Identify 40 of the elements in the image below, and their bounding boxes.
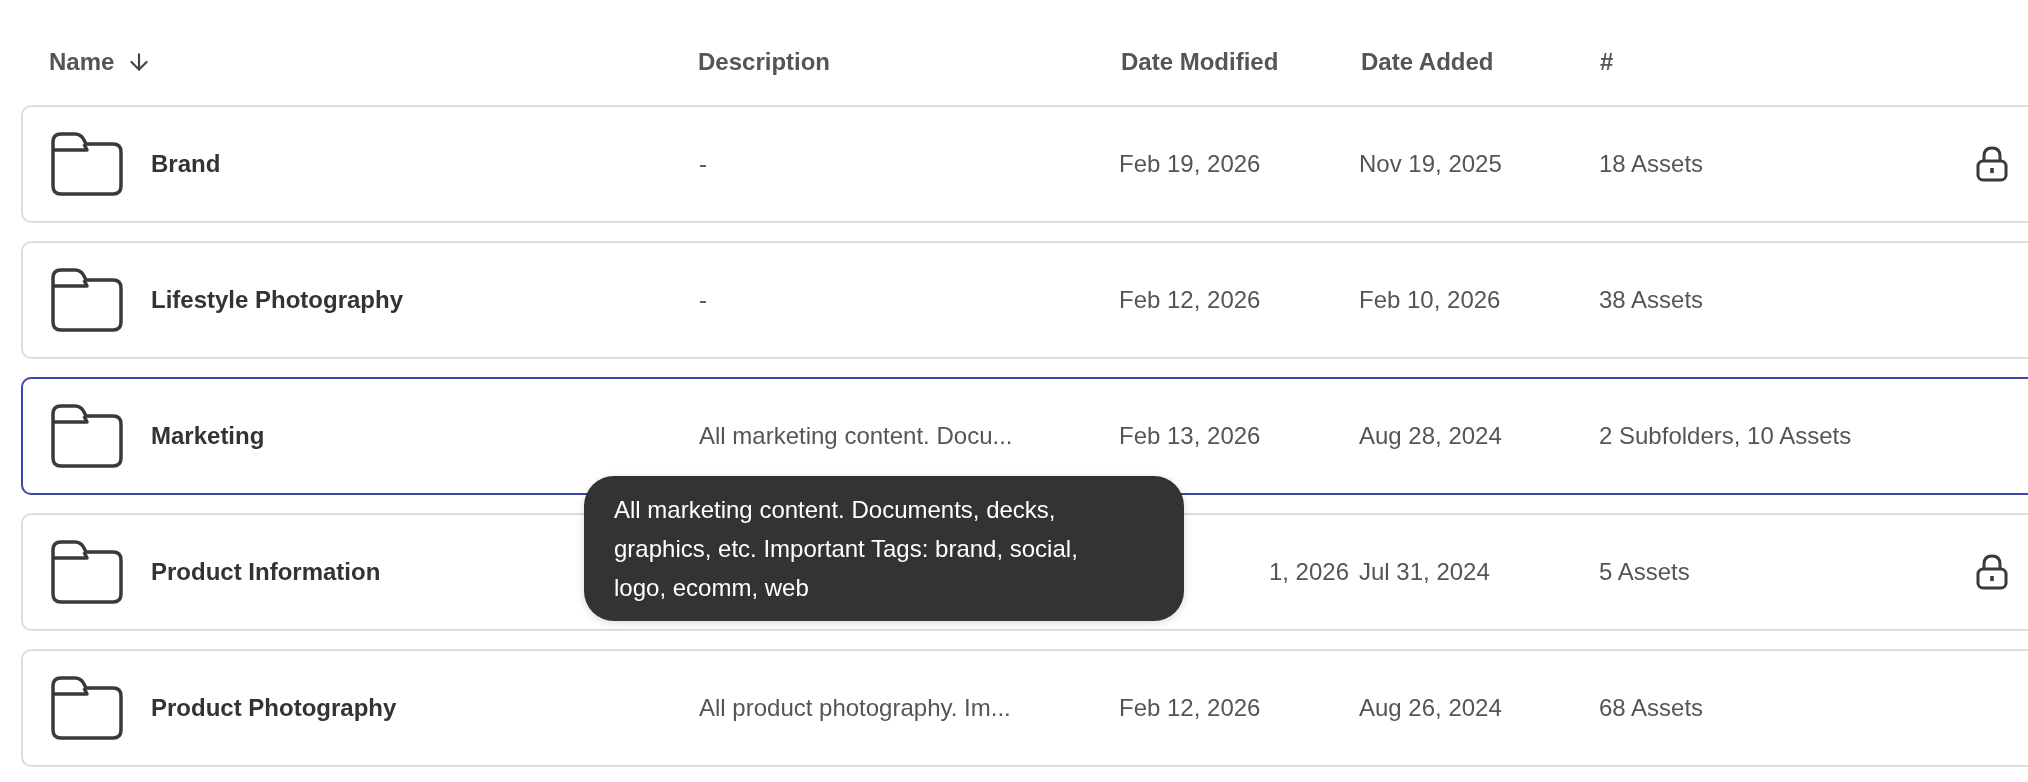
folder-icon (51, 404, 123, 468)
column-header[interactable]: Date Added (1361, 48, 1494, 76)
date-modified-cell-text: Feb 12, 2026 (1119, 286, 1262, 314)
date-modified-cell-text: Feb 12, 2026 (1119, 694, 1262, 722)
date-added-cell-text: Feb 10, 2026 (1359, 286, 1502, 314)
folder-name: Marketing (151, 422, 266, 450)
folder-icon (51, 540, 123, 604)
count-cell-text: 5 Assets (1599, 558, 1691, 586)
date-modified-cell-text: 1, 2026 (1267, 558, 1350, 586)
lock-icon (1976, 146, 2008, 182)
lock-icon (1976, 554, 2008, 590)
column-header[interactable]: Description (698, 48, 831, 76)
folder-icon (51, 132, 123, 196)
column-header[interactable]: # (1600, 48, 1614, 76)
folder-name: Product Photography (151, 694, 398, 722)
count-cell-text: 2 Subfolders, 10 Assets (1599, 422, 1853, 450)
folder-row[interactable]: Lifestyle Photography - Feb 12, 2026 Feb 10, 2026 38 Assets (21, 241, 2028, 359)
tooltip: All marketing content. Documents, decks, graphics, etc. Important Tags: brand, social, logo, ecomm, web (584, 476, 1184, 621)
date-added-cell-text: Aug 28, 2024 (1359, 422, 1503, 450)
description-cell-text: - (699, 150, 708, 178)
folder-row[interactable]: Product Photography All product photography. Im... Feb 12, 2026 Aug 26, 2024 68 Assets (21, 649, 2028, 767)
description-cell-text: All product photography. Im... (699, 694, 1012, 722)
date-added-cell-text: Aug 26, 2024 (1359, 694, 1503, 722)
description-cell-text: - (699, 286, 708, 314)
count-cell-text: 18 Assets (1599, 150, 1705, 178)
count-cell-text: 38 Assets (1599, 286, 1705, 314)
date-added-cell-text: Jul 31, 2024 (1359, 558, 1491, 586)
folder-icon (51, 268, 123, 332)
count-cell-text: 68 Assets (1599, 694, 1705, 722)
date-modified-cell-text: Feb 13, 2026 (1119, 422, 1262, 450)
date-added-cell-text: Nov 19, 2025 (1359, 150, 1503, 178)
date-modified-cell-text: Feb 19, 2026 (1119, 150, 1262, 178)
folder-name: Lifestyle Photography (151, 286, 405, 314)
folder-name: Product Information (151, 558, 382, 586)
column-header[interactable]: Date Modified (1121, 48, 1279, 76)
column-header[interactable]: Name (49, 48, 153, 76)
folder-name: Brand (151, 150, 222, 178)
description-cell-text: All marketing content. Docu... (699, 422, 1014, 450)
folder-row[interactable]: Brand - Feb 19, 2026 Nov 19, 2025 18 Assets (21, 105, 2028, 223)
folder-icon (51, 676, 123, 740)
